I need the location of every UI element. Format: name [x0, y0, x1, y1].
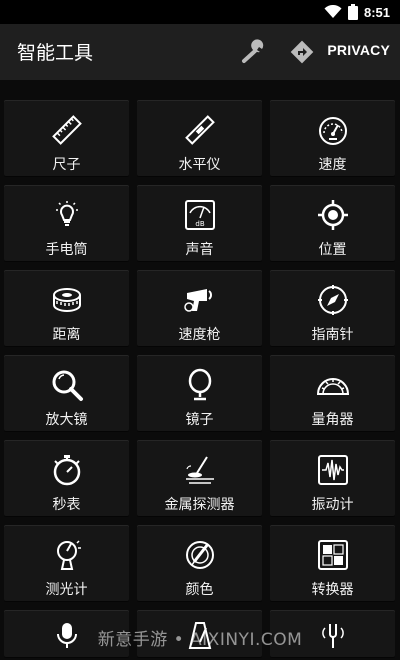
tool-tile-level[interactable]: 水平仪	[137, 100, 262, 177]
tool-tile-mirror[interactable]: 镜子	[137, 355, 262, 432]
tool-tile-distance[interactable]: 距离	[4, 270, 129, 347]
tool-label: 声音	[185, 242, 214, 258]
compass-icon	[317, 285, 348, 315]
tool-label: 镜子	[185, 412, 214, 428]
tool-label: 秒表	[52, 497, 81, 513]
battery-icon	[347, 4, 358, 20]
tool-tile-stopwatch[interactable]: 秒表	[4, 440, 129, 517]
tool-label: 尺子	[52, 157, 81, 173]
protractor-icon	[316, 378, 349, 395]
status-icons: 8:51	[324, 3, 390, 21]
sound-meter-icon: dB	[184, 200, 215, 230]
tool-tile-magnifier[interactable]: 放大镜	[4, 355, 129, 432]
tool-label: 手电筒	[45, 242, 88, 258]
ruler-icon	[51, 115, 82, 145]
status-time: 8:51	[363, 4, 390, 20]
color-picker-icon	[185, 541, 214, 569]
tool-tile-flashlight[interactable]: 手电筒	[4, 185, 129, 262]
tool-label: 放大镜	[45, 412, 88, 428]
tool-label: 振动计	[311, 497, 354, 513]
magnifier-icon	[52, 370, 83, 401]
app-bar: 智能工具 PRIVACY	[0, 24, 400, 80]
tool-tile-compass[interactable]: 指南针	[270, 270, 395, 347]
svg-text:dB: dB	[195, 220, 204, 228]
tape-measure-icon	[52, 288, 81, 312]
tool-label: 水平仪	[178, 157, 221, 173]
metal-detector-icon	[185, 456, 214, 484]
tool-label: 指南针	[311, 327, 354, 343]
tool-grid: 尺子 水平仪 速度 手电筒 dB 声音 位置 距离 速度枪 指南针 放大镜 镜子…	[4, 100, 396, 658]
tool-tile-converter[interactable]: 转换器	[270, 525, 395, 602]
mirror-icon	[188, 368, 211, 401]
tool-label: 距离	[52, 327, 81, 343]
navigate-button[interactable]	[286, 36, 318, 68]
converter-icon	[317, 540, 348, 570]
tool-tile-sound[interactable]: dB 声音	[137, 185, 262, 262]
tool-tile-speed[interactable]: 速度	[270, 100, 395, 177]
tool-tile-ruler[interactable]: 尺子	[4, 100, 129, 177]
tool-tile-speed-gun[interactable]: 速度枪	[137, 270, 262, 347]
tool-label: 量角器	[311, 412, 354, 428]
flashlight-icon	[55, 201, 78, 226]
navigate-icon	[290, 40, 314, 64]
stopwatch-icon	[53, 455, 80, 486]
location-icon	[317, 200, 348, 230]
tool-tile-protractor[interactable]: 量角器	[270, 355, 395, 432]
speed-gun-icon	[183, 289, 212, 312]
tool-tile-vibration[interactable]: 振动计	[270, 440, 395, 517]
tool-label: 速度	[318, 157, 347, 173]
vibration-meter-icon	[317, 455, 348, 485]
tool-label: 颜色	[185, 582, 214, 598]
tool-label: 速度枪	[178, 327, 221, 343]
wrench-icon	[242, 39, 264, 63]
watermark: 新意手游 • AIXINYI.COM	[97, 630, 303, 650]
app-title: 智能工具	[17, 42, 94, 64]
light-meter-icon	[56, 540, 81, 570]
tool-label: 测光计	[45, 582, 88, 598]
tool-tile-color[interactable]: 颜色	[137, 525, 262, 602]
tool-label: 位置	[318, 242, 347, 258]
speedometer-icon	[318, 117, 347, 145]
tool-tile-metal-detector[interactable]: 金属探测器	[137, 440, 262, 517]
tool-label: 转换器	[311, 582, 354, 598]
wifi-icon	[324, 5, 342, 18]
tool-tile-location[interactable]: 位置	[270, 185, 395, 262]
wrench-button[interactable]	[239, 36, 271, 68]
status-bar: 8:51	[0, 0, 400, 24]
tool-label: 金属探测器	[164, 497, 235, 513]
level-icon	[184, 115, 215, 145]
privacy-button[interactable]: PRIVACY	[327, 42, 390, 58]
tool-tile-light-meter[interactable]: 测光计	[4, 525, 129, 602]
